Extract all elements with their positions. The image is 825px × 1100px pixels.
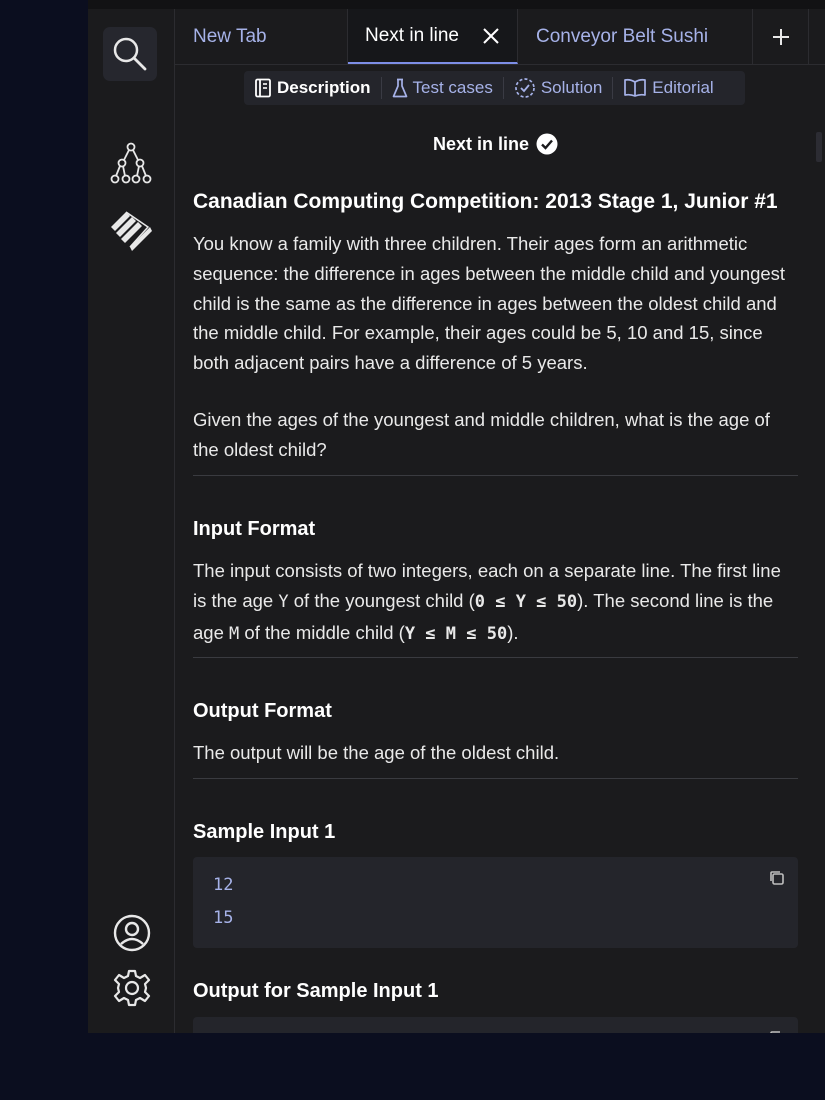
logo-icon	[111, 211, 152, 251]
tab-new-tab[interactable]: New Tab	[175, 9, 348, 64]
text: of the middle child (	[239, 621, 405, 643]
subtab-description[interactable]: Description	[244, 71, 381, 105]
tab-next-in-line[interactable]: Next in line	[348, 9, 518, 64]
output-format-heading: Output Format	[193, 700, 332, 722]
page-title: Next in line	[193, 133, 798, 155]
dashed-check-icon	[514, 78, 535, 98]
sample-output-heading: Output for Sample Input 1	[193, 980, 439, 1002]
notebook-icon	[255, 78, 271, 98]
subtab-editorial[interactable]: Editorial	[613, 71, 723, 105]
subtab-test-cases[interactable]: Test cases	[382, 71, 503, 105]
variable-y: Y	[278, 591, 289, 612]
text: ).	[507, 621, 519, 643]
tab-label: Conveyor Belt Sushi	[536, 25, 709, 47]
main-panel: New Tab Next in line Conveyor Belt Sushi	[175, 9, 825, 1033]
close-icon[interactable]	[481, 26, 501, 46]
section-divider	[193, 475, 798, 476]
input-format-heading: Input Format	[193, 518, 316, 540]
flask-icon	[392, 78, 407, 98]
app-window: New Tab Next in line Conveyor Belt Sushi	[88, 0, 825, 1033]
problem-tree-button[interactable]	[108, 141, 154, 187]
constraint-y: 0 ≤ Y ≤ 50	[474, 591, 578, 612]
window-top-strip	[88, 0, 825, 9]
problem-title: Next in line	[432, 133, 530, 154]
section-divider	[193, 657, 798, 658]
sample-line: 15	[213, 908, 234, 928]
section-divider	[193, 778, 798, 779]
dmoj-logo-button[interactable]	[108, 207, 154, 253]
tab-bar: New Tab Next in line Conveyor Belt Sushi	[175, 9, 825, 65]
new-tab-button[interactable]	[753, 9, 809, 64]
settings-button[interactable]	[110, 966, 154, 1010]
book-icon	[624, 78, 647, 97]
statement-question: Given the ages of the youngest and middl…	[193, 409, 770, 460]
subtab-label: Description	[277, 78, 371, 97]
sample-output-box	[193, 1017, 798, 1033]
output-format-text: The output will be the age of the oldest…	[193, 742, 560, 763]
sample-input-heading: Sample Input 1	[193, 821, 336, 843]
copy-icon[interactable]	[768, 1029, 786, 1033]
subtab-label: Editorial	[652, 78, 714, 97]
scrollbar-thumb[interactable]	[816, 132, 822, 162]
solved-check-icon	[536, 133, 558, 155]
constraint-m: Y ≤ M ≤ 50	[404, 623, 508, 644]
tab-label: Next in line	[365, 24, 459, 46]
subtab-solution[interactable]: Solution	[504, 71, 612, 105]
subtab-label: Solution	[540, 78, 603, 97]
problem-subtabs: Description Test cases Solution Editoria…	[244, 71, 745, 105]
text: of the youngest child (	[288, 589, 475, 611]
gear-icon	[113, 969, 151, 1007]
problem-source-heading: Canadian Computing Competition: 2013 Sta…	[193, 190, 778, 213]
variable-m: M	[229, 623, 240, 644]
copy-icon[interactable]	[768, 869, 786, 887]
plus-icon	[772, 28, 789, 45]
profile-button[interactable]	[110, 911, 154, 955]
search-icon	[113, 37, 147, 71]
user-icon	[113, 914, 151, 952]
sample-line: 12	[213, 875, 234, 895]
search-button[interactable]	[103, 27, 157, 81]
tab-label: New Tab	[193, 25, 267, 47]
subtab-label: Test cases	[412, 78, 493, 97]
sidebar	[88, 9, 175, 1033]
sample-input-box: 12 15	[193, 857, 798, 948]
tree-icon	[110, 142, 152, 184]
tab-conveyor-belt-sushi[interactable]: Conveyor Belt Sushi	[518, 9, 753, 64]
input-format-text: The input consists of two integers, each…	[193, 556, 798, 649]
statement-paragraph: You know a family with three children. T…	[193, 233, 786, 374]
